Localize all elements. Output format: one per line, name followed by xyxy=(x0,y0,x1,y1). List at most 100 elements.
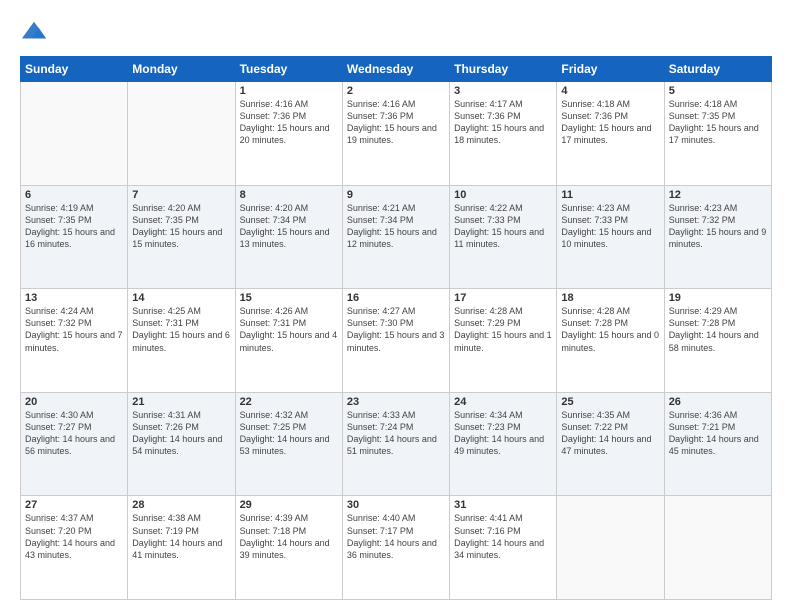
day-number: 4 xyxy=(561,85,659,97)
day-number: 30 xyxy=(347,499,445,511)
day-header-row: SundayMondayTuesdayWednesdayThursdayFrid… xyxy=(21,57,772,82)
calendar-cell: 22Sunrise: 4:32 AM Sunset: 7:25 PM Dayli… xyxy=(235,392,342,496)
calendar-cell: 6Sunrise: 4:19 AM Sunset: 7:35 PM Daylig… xyxy=(21,185,128,289)
week-row-4: 20Sunrise: 4:30 AM Sunset: 7:27 PM Dayli… xyxy=(21,392,772,496)
day-number: 1 xyxy=(240,85,338,97)
calendar-table: SundayMondayTuesdayWednesdayThursdayFrid… xyxy=(20,56,772,600)
cell-info: Sunrise: 4:36 AM Sunset: 7:21 PM Dayligh… xyxy=(669,409,767,458)
day-number: 16 xyxy=(347,292,445,304)
cell-info: Sunrise: 4:27 AM Sunset: 7:30 PM Dayligh… xyxy=(347,305,445,354)
calendar-cell: 15Sunrise: 4:26 AM Sunset: 7:31 PM Dayli… xyxy=(235,289,342,393)
cell-info: Sunrise: 4:16 AM Sunset: 7:36 PM Dayligh… xyxy=(347,98,445,147)
cell-info: Sunrise: 4:17 AM Sunset: 7:36 PM Dayligh… xyxy=(454,98,552,147)
cell-info: Sunrise: 4:19 AM Sunset: 7:35 PM Dayligh… xyxy=(25,202,123,251)
day-number: 6 xyxy=(25,189,123,201)
calendar-cell: 5Sunrise: 4:18 AM Sunset: 7:35 PM Daylig… xyxy=(664,82,771,186)
cell-info: Sunrise: 4:18 AM Sunset: 7:36 PM Dayligh… xyxy=(561,98,659,147)
calendar-cell: 31Sunrise: 4:41 AM Sunset: 7:16 PM Dayli… xyxy=(450,496,557,600)
cell-info: Sunrise: 4:29 AM Sunset: 7:28 PM Dayligh… xyxy=(669,305,767,354)
cell-info: Sunrise: 4:21 AM Sunset: 7:34 PM Dayligh… xyxy=(347,202,445,251)
day-header-tuesday: Tuesday xyxy=(235,57,342,82)
calendar-cell: 11Sunrise: 4:23 AM Sunset: 7:33 PM Dayli… xyxy=(557,185,664,289)
day-number: 22 xyxy=(240,396,338,408)
calendar-cell: 3Sunrise: 4:17 AM Sunset: 7:36 PM Daylig… xyxy=(450,82,557,186)
day-header-thursday: Thursday xyxy=(450,57,557,82)
cell-info: Sunrise: 4:40 AM Sunset: 7:17 PM Dayligh… xyxy=(347,512,445,561)
calendar-cell: 27Sunrise: 4:37 AM Sunset: 7:20 PM Dayli… xyxy=(21,496,128,600)
cell-info: Sunrise: 4:22 AM Sunset: 7:33 PM Dayligh… xyxy=(454,202,552,251)
day-number: 23 xyxy=(347,396,445,408)
calendar-cell: 12Sunrise: 4:23 AM Sunset: 7:32 PM Dayli… xyxy=(664,185,771,289)
logo-icon xyxy=(20,18,48,46)
cell-info: Sunrise: 4:39 AM Sunset: 7:18 PM Dayligh… xyxy=(240,512,338,561)
calendar-cell: 21Sunrise: 4:31 AM Sunset: 7:26 PM Dayli… xyxy=(128,392,235,496)
cell-info: Sunrise: 4:26 AM Sunset: 7:31 PM Dayligh… xyxy=(240,305,338,354)
day-number: 25 xyxy=(561,396,659,408)
day-header-sunday: Sunday xyxy=(21,57,128,82)
cell-info: Sunrise: 4:28 AM Sunset: 7:29 PM Dayligh… xyxy=(454,305,552,354)
calendar-cell: 30Sunrise: 4:40 AM Sunset: 7:17 PM Dayli… xyxy=(342,496,449,600)
page: SundayMondayTuesdayWednesdayThursdayFrid… xyxy=(0,0,792,612)
day-number: 15 xyxy=(240,292,338,304)
cell-info: Sunrise: 4:18 AM Sunset: 7:35 PM Dayligh… xyxy=(669,98,767,147)
calendar-cell: 25Sunrise: 4:35 AM Sunset: 7:22 PM Dayli… xyxy=(557,392,664,496)
calendar-cell: 20Sunrise: 4:30 AM Sunset: 7:27 PM Dayli… xyxy=(21,392,128,496)
calendar-cell: 10Sunrise: 4:22 AM Sunset: 7:33 PM Dayli… xyxy=(450,185,557,289)
day-number: 9 xyxy=(347,189,445,201)
cell-info: Sunrise: 4:41 AM Sunset: 7:16 PM Dayligh… xyxy=(454,512,552,561)
day-number: 12 xyxy=(669,189,767,201)
week-row-3: 13Sunrise: 4:24 AM Sunset: 7:32 PM Dayli… xyxy=(21,289,772,393)
day-number: 10 xyxy=(454,189,552,201)
day-number: 18 xyxy=(561,292,659,304)
calendar-cell: 8Sunrise: 4:20 AM Sunset: 7:34 PM Daylig… xyxy=(235,185,342,289)
calendar-cell: 1Sunrise: 4:16 AM Sunset: 7:36 PM Daylig… xyxy=(235,82,342,186)
day-header-wednesday: Wednesday xyxy=(342,57,449,82)
cell-info: Sunrise: 4:37 AM Sunset: 7:20 PM Dayligh… xyxy=(25,512,123,561)
calendar-cell: 17Sunrise: 4:28 AM Sunset: 7:29 PM Dayli… xyxy=(450,289,557,393)
calendar-cell: 7Sunrise: 4:20 AM Sunset: 7:35 PM Daylig… xyxy=(128,185,235,289)
cell-info: Sunrise: 4:35 AM Sunset: 7:22 PM Dayligh… xyxy=(561,409,659,458)
week-row-1: 1Sunrise: 4:16 AM Sunset: 7:36 PM Daylig… xyxy=(21,82,772,186)
day-header-monday: Monday xyxy=(128,57,235,82)
day-number: 26 xyxy=(669,396,767,408)
calendar-cell: 18Sunrise: 4:28 AM Sunset: 7:28 PM Dayli… xyxy=(557,289,664,393)
cell-info: Sunrise: 4:31 AM Sunset: 7:26 PM Dayligh… xyxy=(132,409,230,458)
cell-info: Sunrise: 4:33 AM Sunset: 7:24 PM Dayligh… xyxy=(347,409,445,458)
calendar-cell xyxy=(664,496,771,600)
logo xyxy=(20,18,52,46)
cell-info: Sunrise: 4:23 AM Sunset: 7:32 PM Dayligh… xyxy=(669,202,767,251)
calendar-cell: 9Sunrise: 4:21 AM Sunset: 7:34 PM Daylig… xyxy=(342,185,449,289)
day-number: 24 xyxy=(454,396,552,408)
calendar-cell: 29Sunrise: 4:39 AM Sunset: 7:18 PM Dayli… xyxy=(235,496,342,600)
day-header-friday: Friday xyxy=(557,57,664,82)
day-header-saturday: Saturday xyxy=(664,57,771,82)
day-number: 20 xyxy=(25,396,123,408)
cell-info: Sunrise: 4:23 AM Sunset: 7:33 PM Dayligh… xyxy=(561,202,659,251)
cell-info: Sunrise: 4:20 AM Sunset: 7:34 PM Dayligh… xyxy=(240,202,338,251)
day-number: 19 xyxy=(669,292,767,304)
calendar-cell: 13Sunrise: 4:24 AM Sunset: 7:32 PM Dayli… xyxy=(21,289,128,393)
calendar-cell: 26Sunrise: 4:36 AM Sunset: 7:21 PM Dayli… xyxy=(664,392,771,496)
day-number: 8 xyxy=(240,189,338,201)
cell-info: Sunrise: 4:20 AM Sunset: 7:35 PM Dayligh… xyxy=(132,202,230,251)
calendar-cell xyxy=(128,82,235,186)
day-number: 2 xyxy=(347,85,445,97)
calendar-cell: 14Sunrise: 4:25 AM Sunset: 7:31 PM Dayli… xyxy=(128,289,235,393)
day-number: 14 xyxy=(132,292,230,304)
day-number: 3 xyxy=(454,85,552,97)
day-number: 21 xyxy=(132,396,230,408)
cell-info: Sunrise: 4:16 AM Sunset: 7:36 PM Dayligh… xyxy=(240,98,338,147)
cell-info: Sunrise: 4:30 AM Sunset: 7:27 PM Dayligh… xyxy=(25,409,123,458)
cell-info: Sunrise: 4:34 AM Sunset: 7:23 PM Dayligh… xyxy=(454,409,552,458)
day-number: 28 xyxy=(132,499,230,511)
calendar-cell: 2Sunrise: 4:16 AM Sunset: 7:36 PM Daylig… xyxy=(342,82,449,186)
day-number: 7 xyxy=(132,189,230,201)
cell-info: Sunrise: 4:25 AM Sunset: 7:31 PM Dayligh… xyxy=(132,305,230,354)
calendar-cell: 24Sunrise: 4:34 AM Sunset: 7:23 PM Dayli… xyxy=(450,392,557,496)
day-number: 13 xyxy=(25,292,123,304)
day-number: 11 xyxy=(561,189,659,201)
day-number: 31 xyxy=(454,499,552,511)
header xyxy=(20,18,772,46)
day-number: 5 xyxy=(669,85,767,97)
day-number: 17 xyxy=(454,292,552,304)
